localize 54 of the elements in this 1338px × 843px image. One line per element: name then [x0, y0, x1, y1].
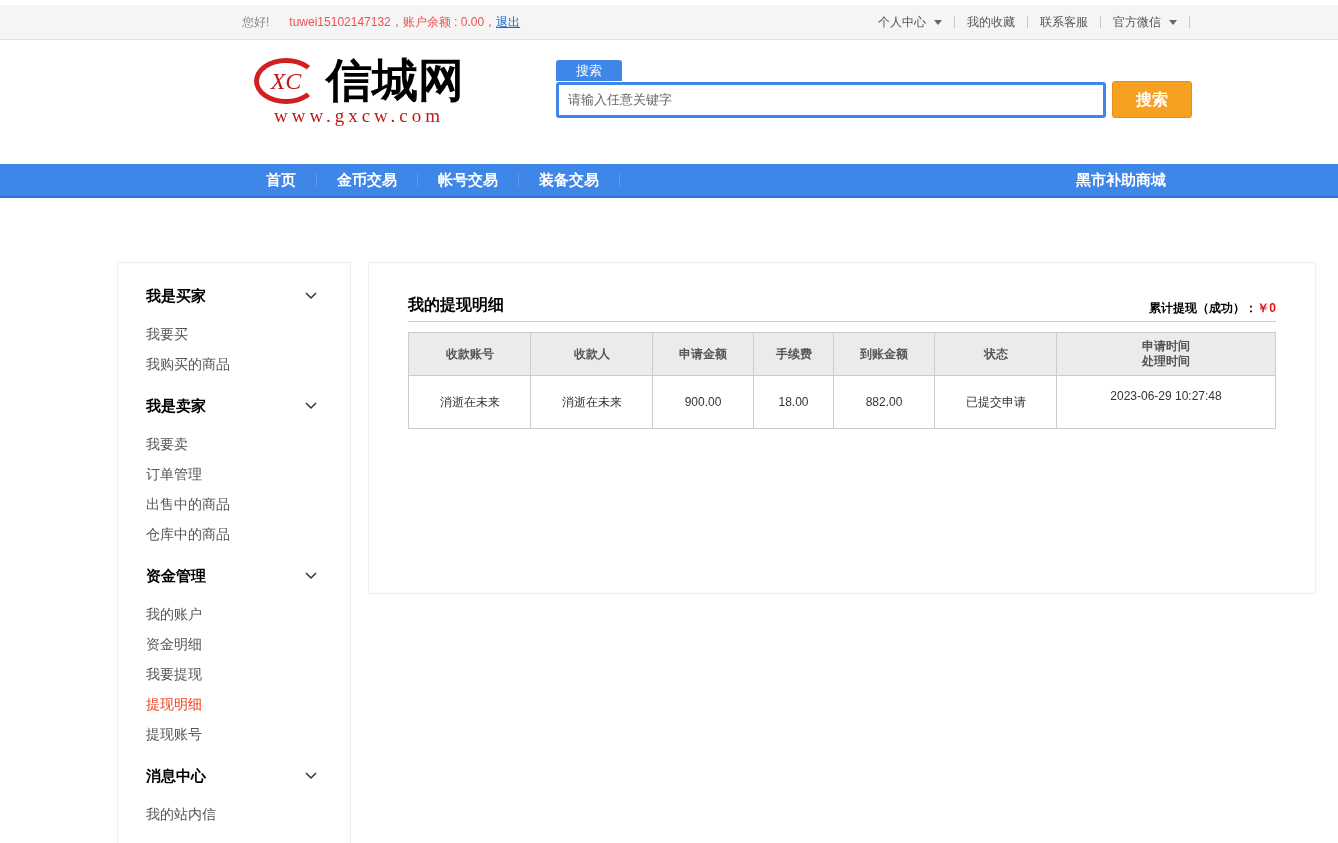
- sidebar-link[interactable]: 提现明细: [146, 689, 317, 719]
- sidebar-heading: 我是卖家: [146, 395, 206, 416]
- sidebar-heading: 消息中心: [146, 765, 206, 786]
- chevron-down-icon[interactable]: [305, 292, 317, 300]
- top-link[interactable]: 我的收藏: [955, 13, 1027, 31]
- sidebar-link[interactable]: 我要卖: [146, 429, 317, 459]
- top-link[interactable]: 官方微信: [1101, 13, 1189, 31]
- chevron-down-icon[interactable]: [305, 402, 317, 410]
- username-text: tuwei15102147132: [289, 14, 391, 31]
- nav-link[interactable]: 黑市补助商城: [1076, 168, 1166, 192]
- column-header: 申请金额: [679, 346, 727, 362]
- column-header: 收款人: [573, 346, 610, 362]
- sidebar-heading: 我是买家: [146, 285, 206, 306]
- sidebar-link[interactable]: 我购买的商品: [146, 349, 317, 379]
- total-value: ￥0: [1257, 300, 1276, 317]
- column-header: 收款账号: [445, 346, 494, 362]
- sidebar-link[interactable]: 我的站内信: [146, 799, 317, 829]
- table-cell: 882.00: [833, 376, 934, 428]
- top-link[interactable]: 个人中心: [866, 13, 954, 31]
- nav-link[interactable]: 首页: [246, 168, 316, 192]
- column-header: 状态: [983, 346, 1008, 362]
- page-title: 我的提现明细: [408, 295, 504, 315]
- table-cell: 900.00: [652, 376, 753, 428]
- sidebar-link[interactable]: 我要买: [146, 319, 317, 349]
- nav-link[interactable]: 装备交易: [519, 168, 619, 192]
- logout-link[interactable]: 退出: [496, 13, 521, 31]
- sidebar-link[interactable]: 订单管理: [146, 459, 317, 489]
- top-link[interactable]: 联系客服: [1028, 13, 1100, 31]
- logo-name: 信城网: [326, 58, 464, 104]
- sidebar-link[interactable]: 出售中的商品: [146, 489, 317, 519]
- total-label: 累计提现（成功）：: [1149, 300, 1258, 317]
- column-header: 到账金额: [860, 346, 908, 362]
- logo-url: www.gxcw.com: [273, 106, 445, 125]
- table-cell-text: 消逝在未来: [438, 394, 501, 411]
- table-cell: 18.00: [753, 376, 833, 428]
- column-header: 申请时间处理时间: [1141, 339, 1191, 369]
- chevron-down-icon[interactable]: [305, 772, 317, 780]
- sidebar-link[interactable]: 资金明细: [146, 629, 317, 659]
- table-cell: 消逝在未来: [530, 376, 652, 428]
- chevron-down-icon[interactable]: [305, 572, 317, 580]
- table-cell: 已提交申请: [934, 376, 1056, 428]
- sidebar-link[interactable]: 提现账号: [146, 719, 317, 749]
- search-field[interactable]: 请输入任意关键字: [556, 81, 1106, 118]
- sidebar-heading: 资金管理: [146, 565, 206, 586]
- greeting-text: 您好!: [242, 14, 270, 31]
- sidebar-link[interactable]: 我的账户: [146, 599, 317, 629]
- sidebar-link[interactable]: 我要提现: [146, 659, 317, 689]
- nav-link[interactable]: 帐号交易: [418, 168, 518, 192]
- nav-link[interactable]: 金币交易: [317, 168, 417, 192]
- column-header: 手续费: [775, 346, 812, 362]
- table-cell: 2023-06-29 10:27:48: [1056, 376, 1275, 428]
- search-tab[interactable]: 搜索: [556, 60, 622, 81]
- sidebar-link[interactable]: 仓库中的商品: [146, 519, 317, 549]
- balance-text: ，账户余额 : 0.00，: [390, 14, 497, 31]
